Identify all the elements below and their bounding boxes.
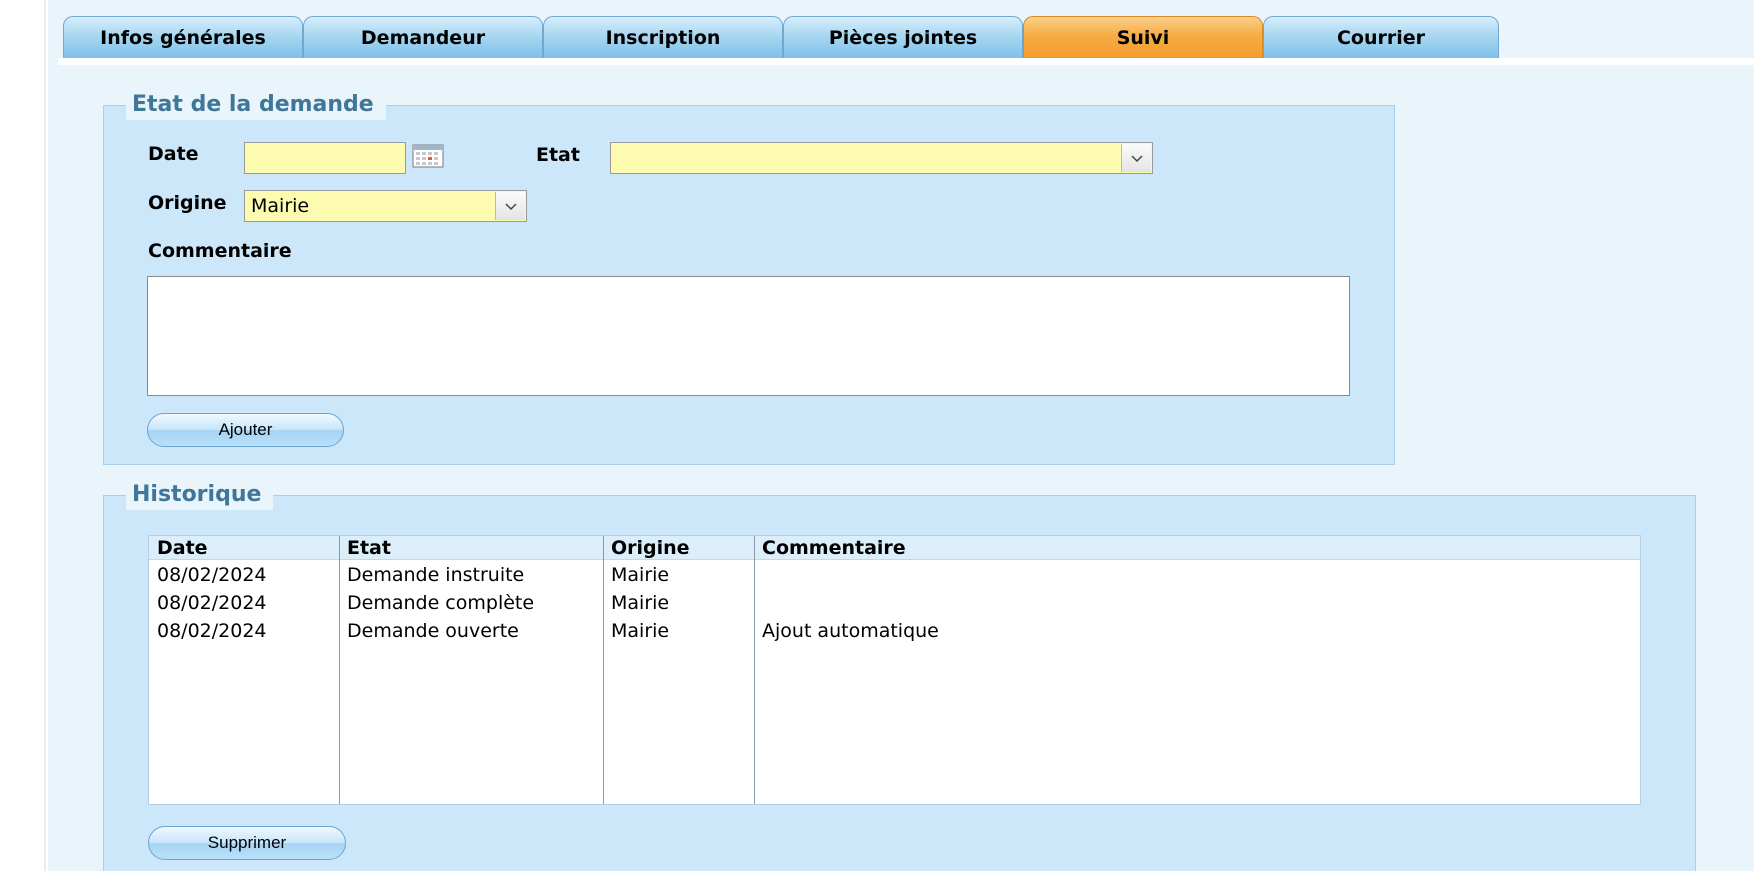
column-header-date[interactable]: Date (157, 536, 208, 560)
table-row[interactable]: 08/02/2024 Demande ouverte Mairie Ajout … (149, 617, 1640, 645)
cell-date: 08/02/2024 (157, 592, 267, 614)
column-header-etat[interactable]: Etat (347, 536, 391, 560)
tab-label: Courrier (1336, 26, 1426, 49)
tab-label: Suivi (1116, 26, 1170, 49)
tab-label: Inscription (605, 26, 721, 49)
commentaire-label: Commentaire (148, 240, 292, 262)
cell-commentaire: Ajout automatique (762, 620, 939, 642)
column-header-commentaire[interactable]: Commentaire (762, 536, 906, 560)
tab-label: Pièces jointes (828, 26, 978, 49)
origine-label: Origine (148, 192, 227, 214)
cell-etat: Demande ouverte (347, 620, 519, 642)
tab-demandeur[interactable]: Demandeur (303, 16, 543, 58)
chevron-down-icon[interactable] (1121, 144, 1151, 172)
origine-select[interactable]: Mairie (244, 190, 527, 222)
tab-courrier[interactable]: Courrier (1263, 16, 1499, 58)
cell-date: 08/02/2024 (157, 620, 267, 642)
cell-origine: Mairie (611, 620, 670, 642)
tab-inscription[interactable]: Inscription (543, 16, 783, 58)
table-row[interactable]: 08/02/2024 Demande instruite Mairie (149, 561, 1640, 589)
etat-demande-legend: Etat de la demande (126, 90, 386, 120)
tab-suivi[interactable]: Suivi (1023, 16, 1263, 58)
cell-origine: Mairie (611, 564, 670, 586)
etat-label: Etat (536, 144, 580, 166)
chevron-down-icon[interactable] (495, 192, 525, 220)
tab-pieces-jointes[interactable]: Pièces jointes (783, 16, 1023, 58)
left-strip (0, 0, 46, 871)
tab-label: Demandeur (360, 26, 486, 49)
etat-select[interactable] (610, 142, 1153, 174)
date-label: Date (148, 143, 199, 165)
historique-table[interactable]: Date Etat Origine Commentaire 08/02/2024… (148, 535, 1641, 805)
tab-label: Infos générales (100, 26, 266, 49)
cell-origine: Mairie (611, 592, 670, 614)
origine-select-value: Mairie (251, 195, 310, 217)
table-row[interactable]: 08/02/2024 Demande complète Mairie (149, 589, 1640, 617)
commentaire-textarea[interactable] (147, 276, 1350, 396)
cell-etat: Demande complète (347, 592, 535, 614)
date-input[interactable] (244, 142, 406, 174)
supprimer-button[interactable]: Supprimer (148, 826, 346, 860)
cell-date: 08/02/2024 (157, 564, 267, 586)
calendar-icon[interactable] (412, 143, 444, 169)
ajouter-button[interactable]: Ajouter (147, 413, 344, 447)
cell-etat: Demande instruite (347, 564, 525, 586)
column-header-origine[interactable]: Origine (611, 536, 690, 560)
historique-legend: Historique (126, 480, 274, 510)
tab-infos-generales[interactable]: Infos générales (63, 16, 303, 58)
tab-underline (58, 58, 1754, 65)
